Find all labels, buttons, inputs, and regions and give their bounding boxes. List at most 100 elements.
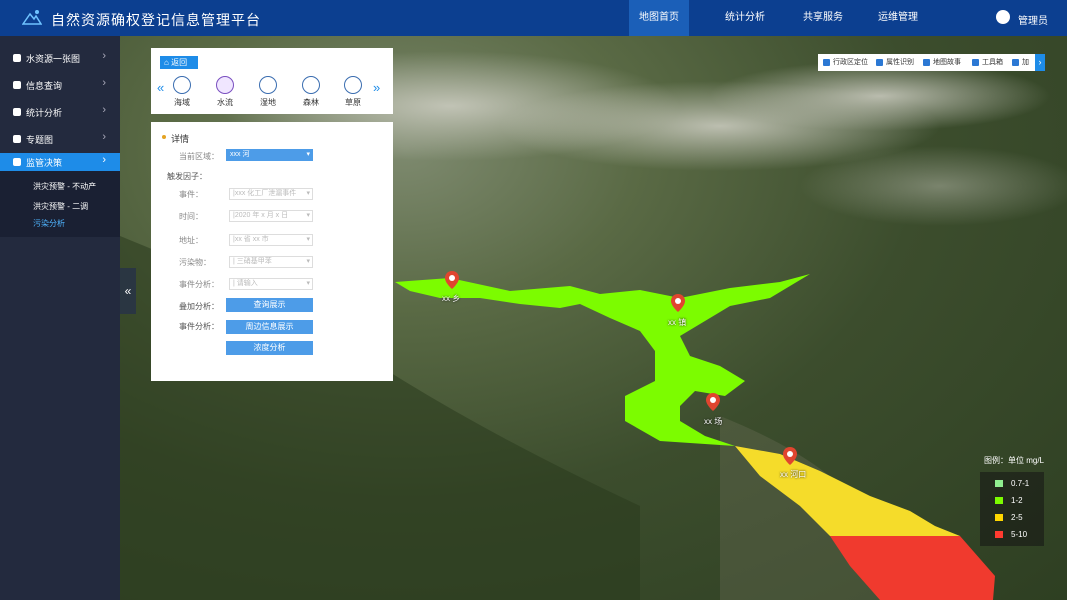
concentration-analysis-button[interactable]: 浓度分析 [226,341,313,355]
category-forest[interactable]: 森林 [296,76,326,108]
tree-icon [302,76,320,94]
sidebar-item-info-query[interactable]: 信息查询 › [0,72,120,99]
wetland-icon [259,76,277,94]
legend: 0.7-1 1-2 2-5 5-10 [980,472,1044,546]
toolbar-map-story[interactable]: 地图故事 [923,54,961,71]
chart-icon [13,108,21,116]
event-label: 事件： [179,190,203,199]
legend-label: 1-2 [1011,496,1023,505]
region-select[interactable]: xxx 河 ▾ [226,149,313,161]
back-button[interactable]: ⌂ 返回 [160,56,198,69]
chevron-down-icon: ▾ [306,190,310,197]
user-name[interactable]: 管理员 [1018,12,1048,27]
category-label: 海域 [174,98,190,107]
category-label: 森林 [303,98,319,107]
time-select[interactable]: |2020 年 x 月 x 日 ▾ [229,210,313,222]
collapse-sidebar-button[interactable]: « [120,268,136,314]
top-bar: 自然资源确权登记信息管理平台 地图首页 统计分析 共享服务 运维管理 管理员 [0,0,1067,36]
chevron-right-icon: › [102,154,106,166]
legend-label: 2-5 [1011,513,1023,522]
chevron-down-icon: ▾ [306,236,310,243]
address-label: 地址： [179,236,203,245]
category-wetland[interactable]: 湿地 [253,76,283,108]
marker-label: xx 镇 [668,318,687,327]
location-pin-icon[interactable] [706,393,720,411]
identify-icon [876,58,883,66]
toolbar-add[interactable]: 加 [1012,54,1029,71]
trigger-label: 触发因子： [167,172,207,181]
nav-statistics[interactable]: 统计分析 [715,0,775,36]
region-label: 当前区域： [179,152,219,161]
back-button-label: 返回 [171,58,188,67]
toolbar-label: 属性识别 [886,59,914,66]
legend-title: 图例：单位 mg/L [984,456,1045,465]
toolbox-icon [972,58,979,66]
location-pin-icon[interactable] [671,294,685,312]
water-icon [13,54,21,62]
nav-sharing[interactable]: 共享服务 [793,0,853,36]
nav-operations[interactable]: 运维管理 [868,0,928,36]
category-sea[interactable]: 海域 [167,76,197,108]
map-icon [923,58,930,66]
add-layer-icon [1012,58,1019,66]
chevron-down-icon: ▾ [306,212,310,219]
submenu-flood-survey[interactable]: 洪灾预警 - 二调 [33,201,88,212]
chevron-down-icon: ▾ [306,258,310,265]
region-value: xxx 河 [230,151,250,158]
toolbar-label: 加 [1022,59,1029,66]
marker-label: xx 乡 [442,294,461,303]
pollutant-select[interactable]: | 三硝基甲苯 ▾ [229,256,313,268]
sidebar-item-statistics[interactable]: 统计分析 › [0,99,120,126]
category-water-flow[interactable]: 水流 [210,76,240,108]
sidebar-item-label: 水资源一张图 [26,54,81,64]
legend-label: 5-10 [1011,530,1028,539]
event-analysis-label: 事件分析： [179,280,219,289]
event-analysis-input[interactable]: | 请输入 ▾ [229,278,313,290]
toolbar-region-locate[interactable]: 行政区定位 [823,54,868,71]
submenu-flood-realestate[interactable]: 洪灾预警 - 不动产 [33,181,96,192]
sidebar-item-label: 信息查询 [26,81,63,91]
marker-label: xx 河口 [780,470,807,479]
mountain-ridge [800,146,1067,226]
layers-icon [13,135,21,143]
toolbar-expand-button[interactable]: › [1035,54,1045,71]
detail-panel: 详情 当前区域： xxx 河 ▾ 触发因子： 事件： |xxx 化工厂泄漏事件 … [151,122,393,381]
pollutant-label: 污染物： [179,258,211,267]
chevron-right-icon: › [102,104,106,116]
legend-swatch [995,480,1003,487]
category-grassland[interactable]: 草原 [338,76,368,108]
chevron-right-icon[interactable]: » [373,80,380,95]
sidebar-item-thematic-map[interactable]: 专题图 › [0,126,120,153]
pollutant-value: | 三硝基甲苯 [233,258,272,265]
sidebar-item-label: 统计分析 [26,108,63,118]
nav-map-home[interactable]: 地图首页 [629,0,689,36]
toolbar-label: 行政区定位 [833,59,868,66]
toolbar-attribute-identify[interactable]: 属性识别 [876,54,914,71]
surrounding-info-button[interactable]: 周边信息展示 [226,320,313,334]
address-value: |xx 省 xx 市 [233,236,269,243]
chevron-left-icon[interactable]: « [157,80,164,95]
home-icon: ⌂ [164,58,169,67]
toolbar-toolbox[interactable]: 工具箱 [972,54,1003,71]
map-toolbar: 行政区定位 属性识别 地图故事 工具箱 加 [818,54,1044,71]
sidebar-item-water-map[interactable]: 水资源一张图 › [0,45,120,72]
app-title: 自然资源确权登记信息管理平台 [51,12,261,28]
submenu-pollution-analysis[interactable]: 污染分析 [33,218,65,229]
event-analysis-label-2: 事件分析： [179,322,219,331]
query-display-button[interactable]: 查询展示 [226,298,313,312]
user-avatar-icon[interactable] [996,10,1010,24]
event-select[interactable]: |xxx 化工厂泄漏事件 ▾ [229,188,313,200]
document-icon [13,81,21,89]
overlay-label: 叠加分析： [179,302,219,311]
legend-swatch [995,514,1003,521]
address-select[interactable]: |xx 省 xx 市 ▾ [229,234,313,246]
sidebar-item-supervision[interactable]: 监管决策 › [0,153,120,171]
chevron-right-icon: › [102,77,106,89]
wave-icon [216,76,234,94]
shield-icon [13,158,21,166]
detail-title: 详情 [171,134,190,144]
location-pin-icon[interactable] [783,447,797,465]
category-label: 湿地 [260,98,276,107]
toolbar-label: 工具箱 [982,59,1003,66]
location-pin-icon[interactable] [445,271,459,289]
